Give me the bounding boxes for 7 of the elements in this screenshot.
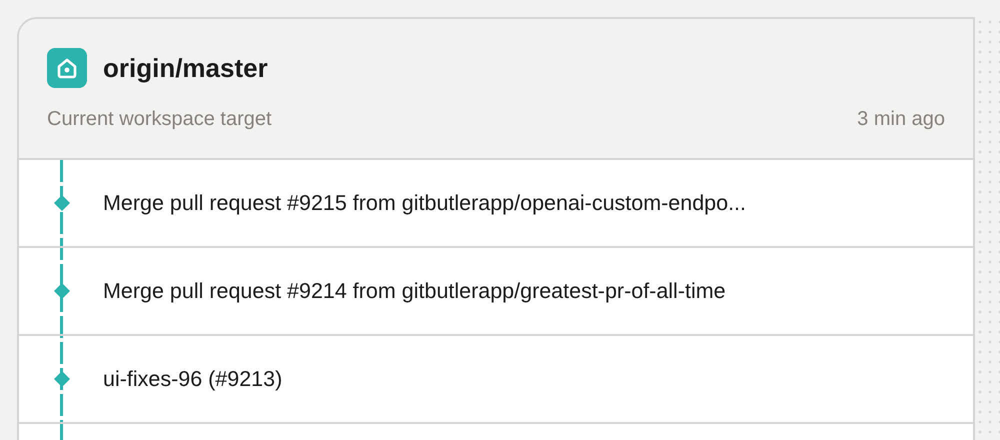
branch-title: origin/master bbox=[103, 52, 268, 84]
timestamp: 3 min ago bbox=[857, 108, 945, 131]
target-subtitle: Current workspace target bbox=[47, 108, 272, 131]
commit-message[interactable]: Merge pull request #9214 from gitbutlerapp/greatest-pr-of-all-time bbox=[103, 278, 726, 304]
commit-message[interactable]: ui-fixes-96 (#9213) bbox=[103, 366, 282, 392]
home-icon bbox=[47, 48, 87, 88]
commit-message[interactable]: Merge pull request #9215 from gitbutlerapp/openai-custom-endpo... bbox=[103, 190, 746, 216]
